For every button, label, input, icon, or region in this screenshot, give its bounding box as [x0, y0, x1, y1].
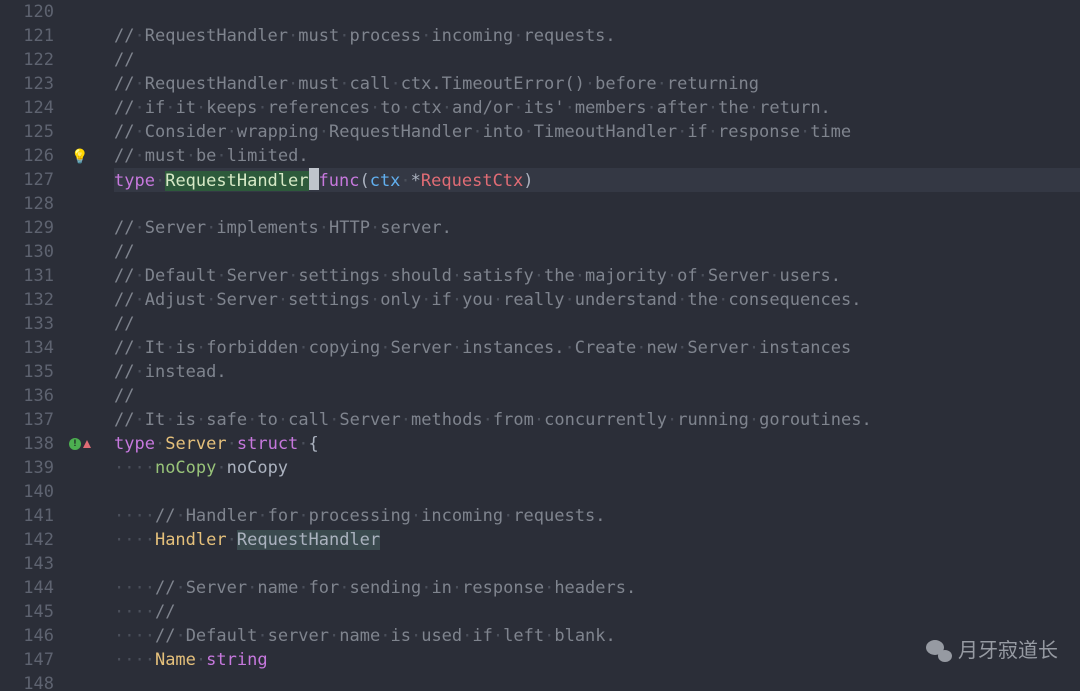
line-number: 139: [0, 456, 60, 480]
code-editor[interactable]: 1201211221231241251261271281291301311321…: [0, 0, 1080, 691]
line-number: 122: [0, 48, 60, 72]
code-line[interactable]: ····//: [114, 600, 1080, 624]
code-line[interactable]: ····//·Default·server·name·is·used·if·le…: [114, 624, 1080, 648]
code-line[interactable]: type·Server·struct·{: [114, 432, 1080, 456]
line-number: 121: [0, 24, 60, 48]
line-number: 146: [0, 624, 60, 648]
line-numbers: 1201211221231241251261271281291301311321…: [0, 0, 60, 691]
code-line[interactable]: //·It·is·safe·to·call·Server·methods·fro…: [114, 408, 1080, 432]
code-line[interactable]: //·Default·Server·settings·should·satisf…: [114, 264, 1080, 288]
code-line[interactable]: //·Consider·wrapping·RequestHandler·into…: [114, 120, 1080, 144]
code-line[interactable]: [114, 552, 1080, 576]
code-line[interactable]: [114, 192, 1080, 216]
change-marker-icon[interactable]: !: [69, 438, 81, 450]
selection: RequestHandler: [165, 171, 308, 191]
code-line[interactable]: type·RequestHandlerfunc(ctx·*RequestCtx): [114, 168, 1080, 192]
line-number: 137: [0, 408, 60, 432]
line-number: 132: [0, 288, 60, 312]
arrow-up-icon: [83, 440, 91, 448]
code-line[interactable]: //·instead.: [114, 360, 1080, 384]
code-line[interactable]: //·It·is·forbidden·copying·Server·instan…: [114, 336, 1080, 360]
code-line[interactable]: ····noCopy·noCopy: [114, 456, 1080, 480]
line-number: 123: [0, 72, 60, 96]
line-number: 133: [0, 312, 60, 336]
code-line[interactable]: //: [114, 384, 1080, 408]
line-number: 134: [0, 336, 60, 360]
code-area[interactable]: //·RequestHandler·must·process·incoming·…: [100, 0, 1080, 691]
line-number: 130: [0, 240, 60, 264]
line-number: 141: [0, 504, 60, 528]
code-line[interactable]: [114, 0, 1080, 24]
line-number: 138: [0, 432, 60, 456]
code-line[interactable]: //: [114, 312, 1080, 336]
code-line[interactable]: [114, 672, 1080, 691]
lightbulb-icon[interactable]: [71, 144, 88, 169]
line-number: 140: [0, 480, 60, 504]
code-line[interactable]: //·Server·implements·HTTP·server.: [114, 216, 1080, 240]
line-number: 120: [0, 0, 60, 24]
line-number: 143: [0, 552, 60, 576]
line-number: 131: [0, 264, 60, 288]
line-number: 136: [0, 384, 60, 408]
code-line[interactable]: ····//·Server·name·for·sending·in·respon…: [114, 576, 1080, 600]
line-number: 142: [0, 528, 60, 552]
line-number: 145: [0, 600, 60, 624]
line-number: 148: [0, 672, 60, 691]
code-line[interactable]: //·RequestHandler·must·call·ctx.TimeoutE…: [114, 72, 1080, 96]
code-line[interactable]: //·RequestHandler·must·process·incoming·…: [114, 24, 1080, 48]
code-line[interactable]: //: [114, 240, 1080, 264]
code-line[interactable]: //: [114, 48, 1080, 72]
code-line[interactable]: //·if·it·keeps·references·to·ctx·and/or·…: [114, 96, 1080, 120]
symbol-highlight: RequestHandler: [237, 530, 380, 550]
line-number: 124: [0, 96, 60, 120]
line-number: 125: [0, 120, 60, 144]
gutter: 1201211221231241251261271281291301311321…: [0, 0, 100, 691]
code-line[interactable]: //·Adjust·Server·settings·only·if·you·re…: [114, 288, 1080, 312]
line-number: 147: [0, 648, 60, 672]
line-number: 144: [0, 576, 60, 600]
line-number: 129: [0, 216, 60, 240]
line-number: 128: [0, 192, 60, 216]
gutter-markers: !: [60, 0, 100, 691]
code-line[interactable]: [114, 480, 1080, 504]
code-line[interactable]: ····Name·string: [114, 648, 1080, 672]
text-cursor: [309, 168, 319, 190]
line-number: 135: [0, 360, 60, 384]
line-number: 126: [0, 144, 60, 168]
code-line[interactable]: ····Handler·RequestHandler: [114, 528, 1080, 552]
code-line[interactable]: //·must·be·limited.: [114, 144, 1080, 168]
code-line[interactable]: ····//·Handler·for·processing·incoming·r…: [114, 504, 1080, 528]
